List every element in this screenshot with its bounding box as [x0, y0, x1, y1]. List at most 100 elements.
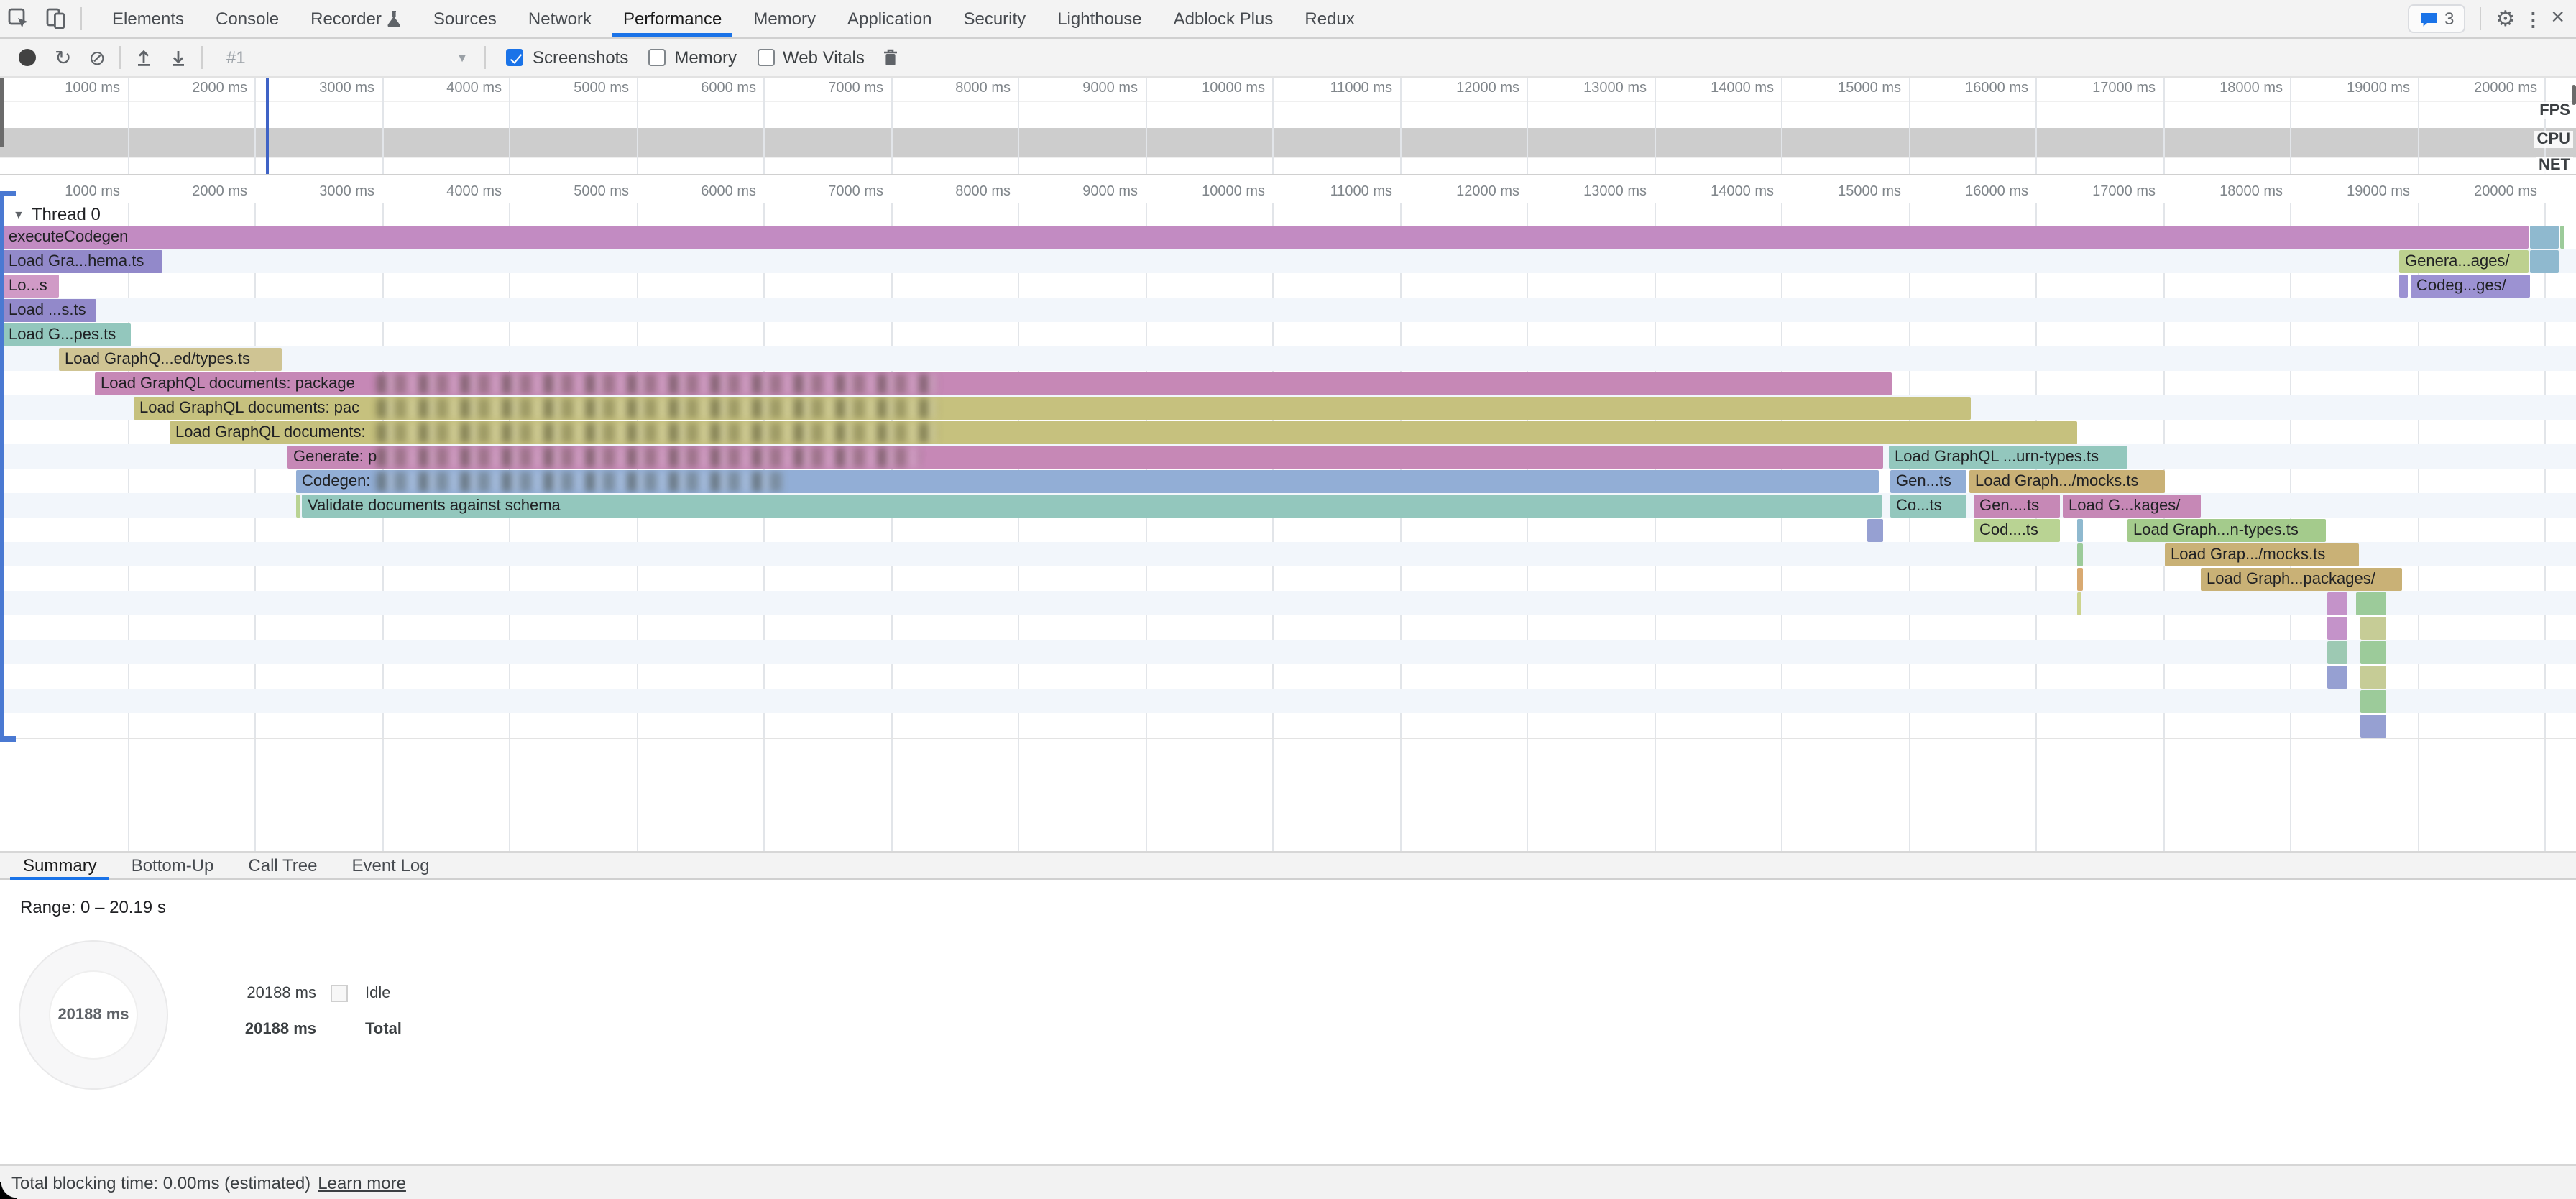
- settings-gear-icon[interactable]: ⚙: [2496, 8, 2515, 29]
- flame-bar-segment[interactable]: [2327, 592, 2347, 615]
- details-tab-call-tree[interactable]: Call Tree: [231, 853, 334, 878]
- tab-elements[interactable]: Elements: [96, 0, 200, 37]
- flame-bar[interactable]: Load G...pes.ts: [3, 323, 131, 346]
- gridline: [2163, 78, 2164, 174]
- flame-bar[interactable]: Load GraphQL documents: pac: [134, 396, 1971, 419]
- details-tab-event-log[interactable]: Event Log: [334, 853, 446, 878]
- flame-bar[interactable]: Load GraphQL documents: package: [95, 372, 1892, 395]
- ruler-tick-label: 8000 ms: [955, 81, 1011, 96]
- flame-bar-segment[interactable]: [2077, 592, 2082, 615]
- chat-bubble-icon: [2419, 11, 2437, 27]
- flame-bar[interactable]: Load Graph...packages/: [2201, 567, 2402, 590]
- thread-header[interactable]: ▼ Thread 0: [13, 204, 101, 224]
- flame-bar-segment[interactable]: [2077, 567, 2083, 590]
- flame-bar[interactable]: Gen...ts: [1890, 469, 1966, 492]
- tab-lighthouse[interactable]: Lighthouse: [1041, 0, 1157, 37]
- flame-bar[interactable]: Load GraphQ...ed/types.ts: [59, 347, 282, 370]
- save-profile-icon[interactable]: [169, 47, 189, 68]
- record-button[interactable]: [19, 49, 36, 66]
- issues-counter-button[interactable]: 3: [2407, 4, 2465, 33]
- flame-bar[interactable]: executeCodegen: [3, 225, 2529, 248]
- clear-recording-icon[interactable]: ⊘: [88, 47, 105, 68]
- row-stripe: [0, 298, 2576, 322]
- flame-bar[interactable]: Load Gra...hema.ts: [3, 249, 162, 272]
- flame-bar[interactable]: Validate documents against schema: [302, 494, 1882, 517]
- flame-bar-segment[interactable]: [296, 494, 300, 517]
- tab-memory[interactable]: Memory: [737, 0, 832, 37]
- legend-value: 20188 ms: [240, 1021, 316, 1038]
- trash-icon[interactable]: [882, 47, 901, 68]
- details-tab-summary[interactable]: Summary: [6, 853, 114, 878]
- inspect-element-icon[interactable]: [0, 0, 37, 37]
- profile-select[interactable]: #1 ▼: [215, 47, 479, 68]
- flame-bar[interactable]: Lo...s: [3, 274, 59, 297]
- tab-security[interactable]: Security: [947, 0, 1041, 37]
- flame-bar[interactable]: Load ...s.ts: [3, 298, 96, 321]
- overview-left-handle[interactable]: [0, 78, 4, 147]
- checkbox-screenshots[interactable]: Screenshots: [507, 47, 628, 68]
- flame-bar-segment[interactable]: [2327, 640, 2347, 663]
- flame-bar[interactable]: Generate: p: [288, 445, 1883, 468]
- flame-bar[interactable]: Genera...ages/: [2399, 249, 2529, 272]
- tab-label: Memory: [753, 0, 816, 37]
- flame-bar-segment[interactable]: [2327, 665, 2347, 688]
- tab-sources[interactable]: Sources: [418, 0, 512, 37]
- ruler-tick-label: 15000 ms: [1838, 81, 1901, 96]
- ruler-tick-label: 5000 ms: [574, 184, 629, 200]
- flame-bar[interactable]: Load Graph...n-types.ts: [2128, 518, 2326, 541]
- checkbox-unchecked-icon[interactable]: [648, 49, 666, 66]
- tab-redux[interactable]: Redux: [1289, 0, 1370, 37]
- tab-label: Recorder: [310, 0, 382, 37]
- flame-bar[interactable]: Load Grap.../mocks.ts: [2165, 543, 2359, 566]
- flame-bar[interactable]: Gen....ts: [1974, 494, 2060, 517]
- flame-bar[interactable]: Codeg...ges/: [2411, 274, 2530, 297]
- status-bar: Total blocking time: 0.00ms (estimated) …: [0, 1164, 2576, 1199]
- flame-chart[interactable]: ▼ Thread 0 executeCodegenLoad Gra...hema…: [0, 203, 2576, 851]
- overview-right-handle[interactable]: [2572, 85, 2576, 105]
- reload-and-record-icon[interactable]: ↻: [55, 47, 71, 68]
- flame-bar-segment[interactable]: [2530, 225, 2559, 248]
- tab-console[interactable]: Console: [200, 0, 295, 37]
- checkbox-memory[interactable]: Memory: [648, 47, 737, 68]
- flame-bar-segment[interactable]: [2560, 225, 2564, 248]
- flame-bar-segment[interactable]: [2360, 689, 2386, 712]
- tab-network[interactable]: Network: [512, 0, 607, 37]
- flame-bar[interactable]: Codegen:: [296, 469, 1879, 492]
- flame-bar-segment[interactable]: [2530, 249, 2559, 272]
- timeline-overview[interactable]: 1000 ms2000 ms3000 ms4000 ms5000 ms6000 …: [0, 78, 2576, 175]
- load-profile-icon[interactable]: [134, 47, 155, 68]
- summary-donut-chart: 20188 ms: [19, 940, 168, 1090]
- flame-bar-segment[interactable]: [2327, 616, 2347, 639]
- flame-bar-segment[interactable]: [2077, 543, 2083, 566]
- tab-recorder[interactable]: Recorder: [295, 0, 418, 37]
- flame-bar-segment[interactable]: [2356, 592, 2386, 615]
- ruler-tick-label: 3000 ms: [319, 184, 374, 200]
- flame-bar-segment[interactable]: [2360, 714, 2386, 737]
- flame-bar-segment[interactable]: [2077, 518, 2083, 541]
- checkbox-web-vitals[interactable]: Web Vitals: [757, 47, 865, 68]
- flame-bar[interactable]: Load Graph.../mocks.ts: [1969, 469, 2165, 492]
- flame-bar-segment[interactable]: [2360, 665, 2386, 688]
- checkbox-checked-icon[interactable]: [507, 49, 524, 66]
- tab-application[interactable]: Application: [832, 0, 947, 37]
- tab-adblock-plus[interactable]: Adblock Plus: [1158, 0, 1289, 37]
- flame-bar[interactable]: Load GraphQL ...urn-types.ts: [1889, 445, 2128, 468]
- flame-bar[interactable]: Cod....ts: [1974, 518, 2060, 541]
- device-toolbar-icon[interactable]: [37, 0, 75, 37]
- more-options-kebab-icon[interactable]: ⋮: [2524, 9, 2542, 28]
- flame-bar-segment[interactable]: [2360, 640, 2386, 663]
- ruler-tick-label: 19000 ms: [2347, 184, 2410, 200]
- ruler-tick-label: 14000 ms: [1711, 184, 1774, 200]
- tab-performance[interactable]: Performance: [607, 0, 737, 37]
- toolbar-checkboxes: Screenshots Memory Web Vitals: [507, 47, 865, 68]
- learn-more-link[interactable]: Learn more: [318, 1172, 406, 1193]
- flame-bar[interactable]: Co...ts: [1890, 494, 1966, 517]
- checkbox-unchecked-icon[interactable]: [757, 49, 774, 66]
- flame-bar[interactable]: Load GraphQL documents:: [170, 421, 2077, 444]
- flame-bar-segment[interactable]: [2399, 274, 2408, 297]
- flame-bar-segment[interactable]: [1867, 518, 1883, 541]
- details-tab-bottom-up[interactable]: Bottom-Up: [114, 853, 231, 878]
- flame-bar[interactable]: Load G...kages/: [2063, 494, 2201, 517]
- close-devtools-icon[interactable]: ×: [2551, 7, 2564, 30]
- flame-bar-segment[interactable]: [2360, 616, 2386, 639]
